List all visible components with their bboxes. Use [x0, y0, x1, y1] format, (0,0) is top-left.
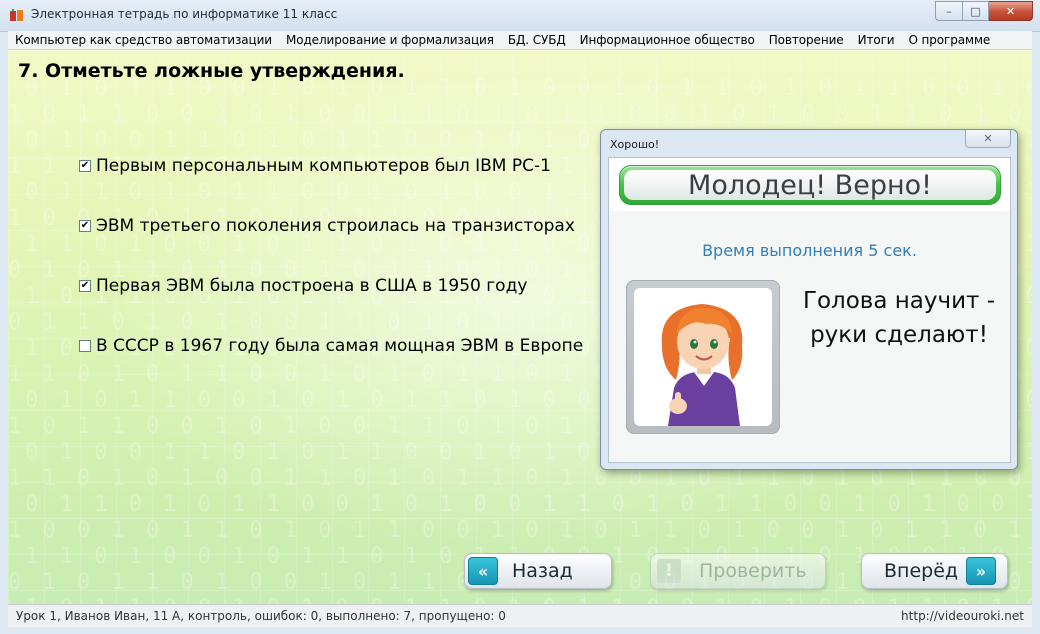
menu-item-review[interactable]: Повторение — [762, 33, 851, 47]
question-title: 7. Отметьте ложные утверждения. — [18, 60, 405, 82]
avatar-frame — [626, 280, 780, 434]
motivational-quote: Голова научит - руки сделают! — [794, 284, 1004, 352]
back-button-label: Назад — [512, 560, 573, 582]
option-2[interactable]: ✔ ЭВМ третьего поколения строилась на тр… — [79, 216, 575, 236]
menu-item-results[interactable]: Итоги — [851, 33, 902, 47]
banner-bar: Молодец! Верно! — [619, 165, 1001, 205]
option-4[interactable]: В СССР в 1967 году была самая мощная ЭВМ… — [79, 336, 583, 356]
option-1[interactable]: ✔ Первым персональным компьютеров был IB… — [79, 156, 551, 176]
dialog-banner: Молодец! Верно! — [609, 158, 1010, 211]
dialog-close-button[interactable]: ✕ — [965, 130, 1011, 148]
exclamation-icon: ! — [657, 559, 681, 583]
app-icon — [10, 9, 23, 21]
option-3-label[interactable]: Первая ЭВМ была построена в США в 1950 г… — [96, 276, 527, 296]
next-button-label: Вперёд — [884, 560, 959, 582]
time-label: Время выполнения 5 сек. — [702, 241, 917, 260]
option-2-label[interactable]: ЭВМ третьего поколения строилась на тран… — [96, 216, 575, 236]
menu-bar: Компьютер как средство автоматизации Мод… — [8, 31, 1032, 50]
option-4-checkbox[interactable] — [79, 340, 91, 352]
option-4-label[interactable]: В СССР в 1967 году была самая мощная ЭВМ… — [96, 336, 583, 356]
dialog-title: Хорошо! — [610, 138, 660, 151]
status-url[interactable]: http://videouroki.net — [893, 609, 1032, 623]
close-button[interactable]: ✕ — [989, 1, 1033, 21]
title-bar: Электронная тетрадь по информатике 11 кл… — [0, 0, 1040, 32]
status-bar: Урок 1, Иванов Иван, 11 А, контроль, оши… — [8, 604, 1032, 627]
menu-item-about[interactable]: О программе — [901, 33, 997, 47]
avatar — [634, 288, 772, 426]
option-3-checkbox[interactable]: ✔ — [79, 280, 91, 292]
check-button-label: Проверить — [699, 560, 807, 582]
window-title: Электронная тетрадь по информатике 11 кл… — [31, 7, 338, 21]
option-1-label[interactable]: Первым персональным компьютеров был IBM … — [96, 156, 551, 176]
menu-item-automation[interactable]: Компьютер как средство автоматизации — [8, 33, 279, 47]
menu-item-modeling[interactable]: Моделирование и формализация — [279, 33, 501, 47]
minimize-button[interactable]: – — [935, 1, 963, 21]
option-2-checkbox[interactable]: ✔ — [79, 220, 91, 232]
quote-line-1: Голова научит - — [802, 288, 996, 314]
dialog-body: Молодец! Верно! Время выполнения 5 сек. — [608, 157, 1011, 463]
double-chevron-right-icon: » — [966, 557, 997, 585]
quote-line-2: руки сделают! — [810, 322, 988, 348]
next-button[interactable]: Вперёд » — [861, 553, 1008, 589]
result-dialog: Хорошо! ✕ Молодец! Верно! Время выполнен… — [600, 129, 1018, 470]
girl-thumbs-up-icon — [661, 304, 743, 426]
option-3[interactable]: ✔ Первая ЭВМ была построена в США в 1950… — [79, 276, 527, 296]
back-button[interactable]: « Назад — [464, 553, 612, 589]
menu-item-info-society[interactable]: Информационное общество — [573, 33, 762, 47]
maximize-button[interactable]: □ — [963, 1, 989, 21]
check-button[interactable]: ! Проверить — [650, 553, 826, 589]
status-text: Урок 1, Иванов Иван, 11 А, контроль, оши… — [16, 609, 506, 623]
banner-text: Молодец! Верно! — [624, 170, 996, 201]
option-1-checkbox[interactable]: ✔ — [79, 160, 91, 172]
menu-item-database[interactable]: БД. СУБД — [501, 33, 573, 47]
double-chevron-left-icon: « — [468, 557, 498, 585]
